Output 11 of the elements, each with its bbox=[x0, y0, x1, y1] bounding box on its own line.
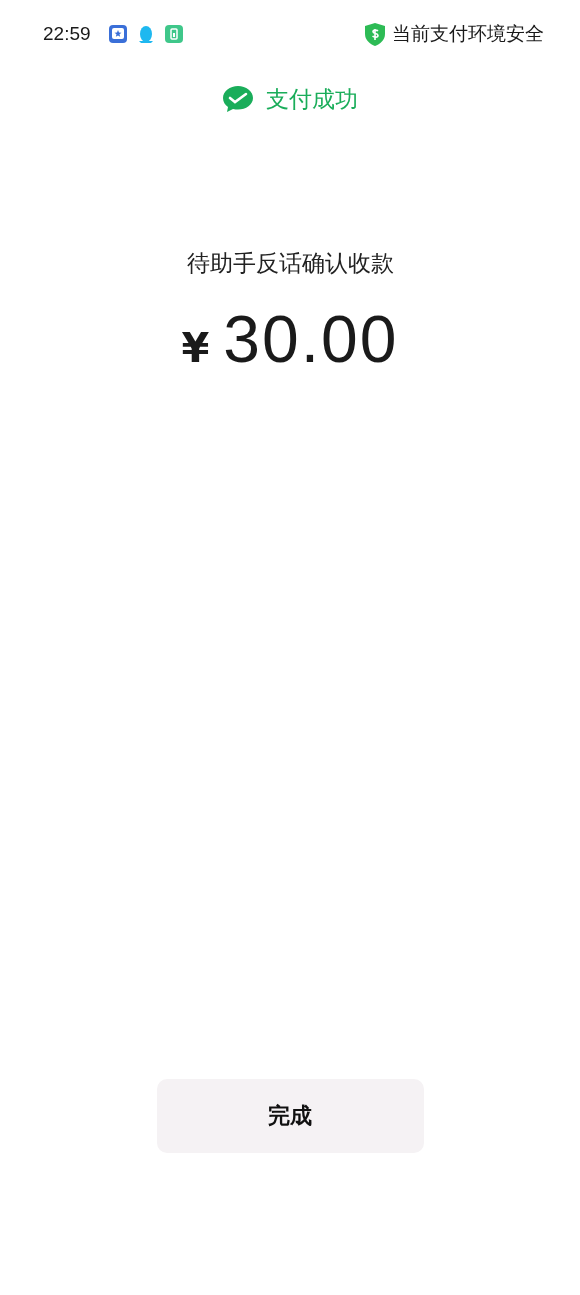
star-chat-icon bbox=[107, 24, 128, 44]
payment-note: 待助手反话确认收款 bbox=[185, 249, 395, 278]
payment-success-title: 支付成功 bbox=[266, 84, 358, 114]
battery-app-icon bbox=[163, 24, 184, 44]
shield-dollar-icon bbox=[364, 21, 386, 47]
chat-check-icon bbox=[222, 85, 254, 113]
done-button[interactable]: 完成 bbox=[156, 1079, 424, 1153]
status-time: 22:59 bbox=[43, 23, 91, 45]
currency-symbol: ¥ bbox=[181, 325, 210, 371]
security-status: 当前支付环境安全 bbox=[392, 21, 544, 46]
payment-amount: 30.00 bbox=[223, 301, 399, 377]
